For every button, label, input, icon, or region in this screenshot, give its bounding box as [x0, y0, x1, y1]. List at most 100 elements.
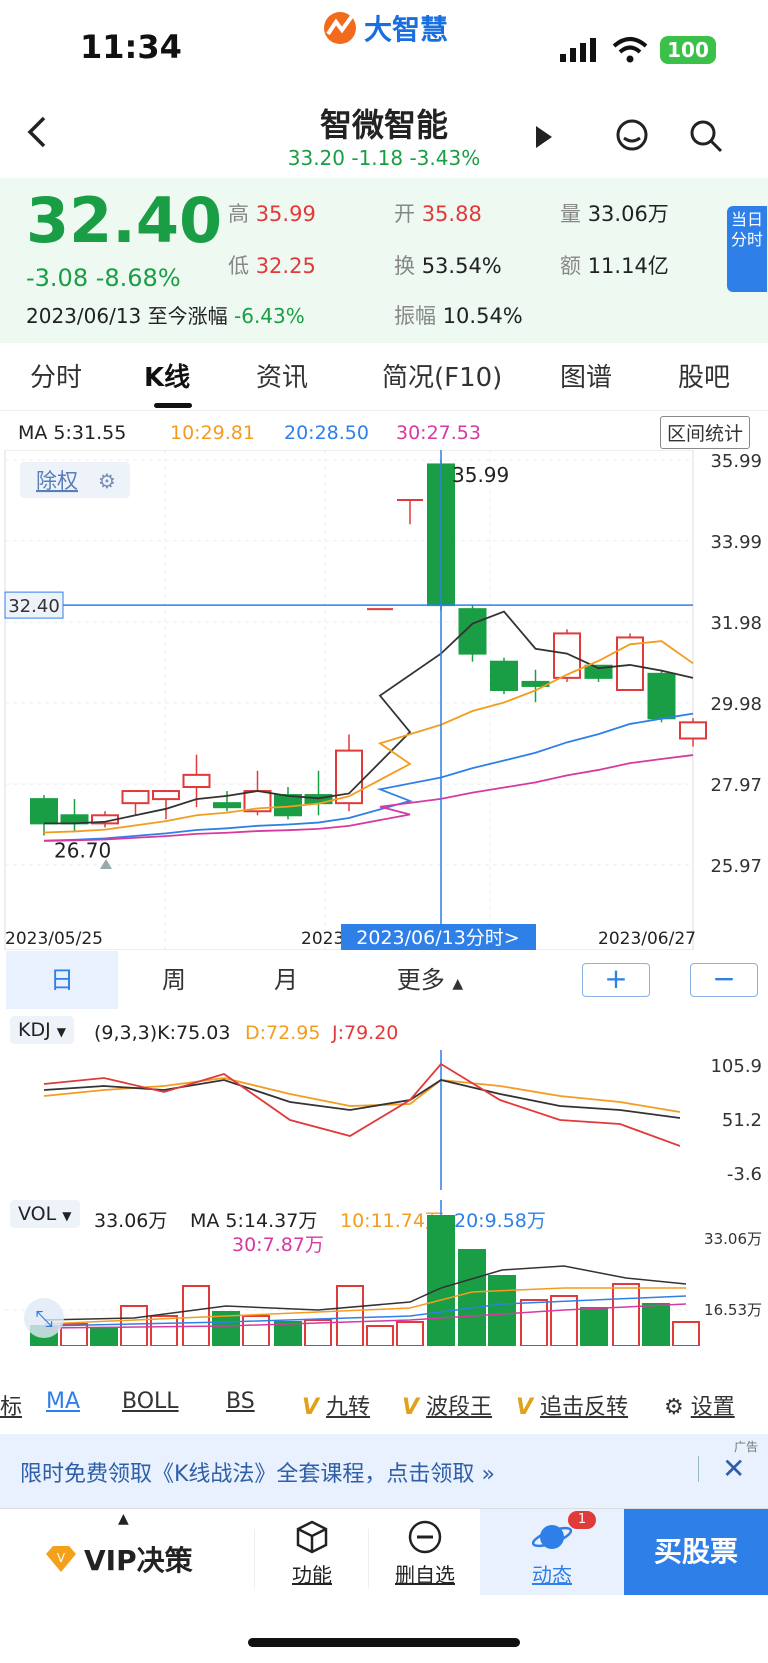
tab-news[interactable]: 资讯: [256, 357, 308, 394]
ma30-legend: 30:27.53: [396, 422, 481, 444]
chart-frame: [4, 450, 694, 950]
period-more[interactable]: 更多 ▲: [360, 951, 500, 1009]
volume-bar: [336, 1285, 364, 1346]
tab-profile[interactable]: 简况(F10): [382, 357, 502, 394]
indicator-boduanwang[interactable]: V 波段王: [402, 1389, 492, 1421]
volume-bar: [274, 1321, 302, 1346]
logo-text: 大智慧: [364, 13, 449, 46]
volume-stat: 量 33.06万: [560, 202, 669, 226]
candle-body: [30, 798, 58, 825]
volume-bar: [182, 1285, 210, 1346]
date-right: 2023/06/27: [598, 929, 696, 949]
candle-body: [213, 802, 241, 809]
period-selector: 日 周 月 更多 ▲ + −: [0, 951, 768, 1011]
triangle-right-icon: [536, 126, 552, 148]
dynamic-label: 动态: [532, 1563, 572, 1587]
volume-bar: [550, 1295, 578, 1346]
period-month[interactable]: 月: [230, 951, 342, 1009]
double-chevron-right-icon: »: [481, 1462, 495, 1487]
vip-label: VIP决策: [84, 1544, 193, 1577]
stock-title: 智微智能: [319, 106, 448, 144]
kdj-label: KDJ: [18, 1019, 51, 1041]
caret-down-icon: ▼: [56, 1025, 66, 1039]
price-tick-label: 35.99: [710, 451, 762, 472]
period-more-label: 更多: [396, 966, 445, 994]
chat-icon: [616, 119, 648, 151]
next-stock-button[interactable]: [536, 126, 552, 152]
vol-tick-label: 33.06万: [704, 1230, 762, 1248]
candle-body: [182, 773, 211, 788]
remove-watchlist-button[interactable]: 删自选: [370, 1509, 480, 1597]
candle-body: [121, 790, 150, 805]
vip-v-icon: V: [516, 1395, 534, 1420]
ma-legend: MA 5:31.55: [18, 422, 126, 444]
kdj-chart: 105.9 51.2 -3.6: [43, 1050, 762, 1190]
vip-decision-button[interactable]: ▲ V VIP决策: [0, 1509, 254, 1597]
since-date-label: 2023/06/13 至今涨幅: [26, 304, 228, 328]
price-tick-label: 29.98: [710, 694, 762, 715]
volume-bar: [427, 1215, 455, 1346]
price-tick-label: 25.97: [710, 856, 762, 877]
volume-bar: [458, 1249, 486, 1346]
kdj-select[interactable]: KDJ ▼: [10, 1016, 74, 1044]
tab-forum[interactable]: 股吧: [678, 357, 730, 394]
buy-stock-button[interactable]: 买股票: [624, 1509, 768, 1595]
indicator-bs[interactable]: BS: [226, 1389, 255, 1414]
amount-stat: 额 11.14亿: [560, 254, 669, 278]
ma5-legend: MA 5:31.55: [18, 422, 127, 444]
triangle-up-icon: ▲: [118, 1511, 129, 1527]
ma20-legend: 20:28.50: [284, 422, 369, 444]
divider: [698, 1456, 699, 1482]
search-icon: [690, 120, 723, 153]
app-logo: 大智慧: [320, 6, 448, 50]
kdj-d: D:72.95: [245, 1022, 321, 1044]
search-button[interactable]: [688, 118, 724, 158]
open-stat: 开 35.88: [394, 202, 482, 226]
function-label: 功能: [292, 1563, 332, 1587]
period-day[interactable]: 日: [6, 951, 118, 1009]
planet-icon: [531, 1525, 573, 1549]
ma10-legend: 10:29.81: [170, 422, 255, 444]
kline-chart[interactable]: 35.99 33.99 31.98 29.98 27.97 25.97 32.40 35.99…: [0, 450, 768, 950]
period-week[interactable]: 周: [118, 951, 230, 1009]
signal-icon: [560, 38, 600, 66]
volume-bar: [642, 1303, 670, 1346]
candle-body: [152, 790, 180, 801]
zoom-out-button[interactable]: −: [690, 963, 758, 997]
kdj-j: J:79.20: [332, 1022, 399, 1044]
candle-body: [679, 721, 707, 740]
function-button[interactable]: 功能: [256, 1509, 368, 1597]
volume-bar: [488, 1275, 516, 1346]
status-time: 11:34: [80, 28, 182, 66]
vol-tick-label: 16.53万: [704, 1301, 762, 1319]
high-price-mark: 35.99: [452, 463, 509, 487]
intraday-side-tab[interactable]: 当日分时: [727, 206, 767, 292]
volume-bar: [366, 1325, 394, 1346]
volume-bar: [520, 1299, 548, 1346]
indicator-settings[interactable]: ⚙ 设置: [664, 1389, 735, 1421]
chat-button[interactable]: [614, 118, 650, 158]
tab-timeshare[interactable]: 分时: [30, 357, 82, 394]
indicator-tab-partial[interactable]: 标: [0, 1389, 22, 1421]
price-tick-label: 27.97: [710, 775, 762, 796]
zoom-in-button[interactable]: +: [582, 963, 650, 997]
promo-banner[interactable]: 限时免费领取《K线战法》全套课程，点击领取 » 广告 ✕: [0, 1434, 768, 1510]
kdj-k: (9,3,3)K:75.03: [94, 1022, 231, 1044]
tab-kline[interactable]: K线: [144, 357, 190, 394]
remove-label: 删自选: [395, 1563, 455, 1587]
indicator-zhuiji[interactable]: V 追击反转: [516, 1389, 628, 1421]
volume-bar: [580, 1307, 608, 1346]
range-stats-button[interactable]: 区间统计: [660, 416, 751, 449]
candle-body: [490, 660, 518, 691]
tab-graph[interactable]: 图谱: [560, 357, 612, 394]
kdj-tick-label: -3.6: [727, 1164, 762, 1185]
bottom-bar: ▲ V VIP决策 功能 删自选 动态 1 买股票: [0, 1508, 768, 1608]
low-price-mark: 26.70: [54, 838, 111, 862]
close-icon[interactable]: ✕: [722, 1452, 745, 1485]
gear-icon: ⚙: [664, 1395, 684, 1420]
indicator-boll[interactable]: BOLL: [122, 1389, 179, 1414]
indicator-ma[interactable]: MA: [46, 1389, 80, 1414]
dynamic-button[interactable]: 动态 1: [480, 1509, 624, 1595]
indicator-jiuzhuan[interactable]: V 九转: [302, 1389, 370, 1421]
indicator-row: 标 MA BOLL BS V 九转 V 波段王 V 追击反转 ⚙ 设置: [0, 1375, 768, 1431]
